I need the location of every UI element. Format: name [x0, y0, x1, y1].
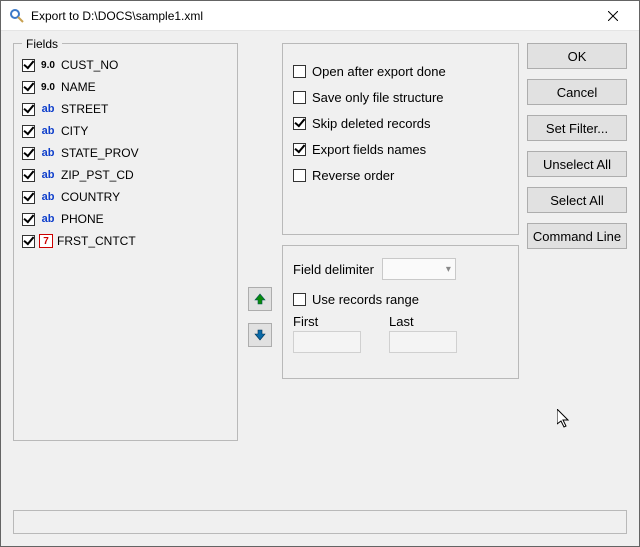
reorder-controls [246, 43, 274, 500]
field-row[interactable]: 9.0 NAME [22, 76, 229, 98]
fields-group-title: Fields [22, 37, 62, 51]
field-name: NAME [61, 80, 96, 94]
field-row[interactable]: ab COUNTRY [22, 186, 229, 208]
option-row: Skip deleted records [293, 110, 508, 136]
option-row: Open after export done [293, 58, 508, 84]
field-row[interactable]: 9.0 CUST_NO [22, 54, 229, 76]
first-input[interactable] [293, 331, 361, 353]
field-checkbox[interactable] [22, 191, 35, 204]
field-name: CITY [61, 124, 88, 138]
fields-list: 9.0 CUST_NO 9.0 NAME ab STREET ab CITY ab STATE_P… [14, 44, 237, 260]
field-name: ZIP_PST_CD [61, 168, 134, 182]
option-row: Export fields names [293, 136, 508, 162]
action-buttons: OK Cancel Set Filter... Unselect All Sel… [527, 43, 627, 500]
field-name: COUNTRY [61, 190, 120, 204]
text-type-icon: ab [39, 168, 57, 182]
app-icon [9, 8, 25, 24]
delimiter-groupbox: Field delimiter ▾ Use records range Firs… [282, 245, 519, 379]
move-down-button[interactable] [248, 323, 272, 347]
last-label: Last [389, 314, 457, 329]
options-groupbox: Open after export done Save only file str… [282, 43, 519, 235]
field-checkbox[interactable] [22, 81, 35, 94]
field-checkbox[interactable] [22, 59, 35, 72]
field-checkbox[interactable] [22, 213, 35, 226]
option-checkbox[interactable] [293, 117, 306, 130]
option-label: Export fields names [312, 142, 426, 157]
cancel-button[interactable]: Cancel [527, 79, 627, 105]
option-label: Skip deleted records [312, 116, 431, 131]
text-type-icon: ab [39, 190, 57, 204]
window-title: Export to D:\DOCS\sample1.xml [25, 9, 590, 23]
field-row[interactable]: ab ZIP_PST_CD [22, 164, 229, 186]
field-name: PHONE [61, 212, 104, 226]
text-type-icon: ab [39, 102, 57, 116]
ok-button[interactable]: OK [527, 43, 627, 69]
field-name: STATE_PROV [61, 146, 139, 160]
status-bar [13, 510, 627, 534]
unselect-all-button[interactable]: Unselect All [527, 151, 627, 177]
field-row[interactable]: ab CITY [22, 120, 229, 142]
text-type-icon: ab [39, 146, 57, 160]
field-checkbox[interactable] [22, 169, 35, 182]
option-checkbox[interactable] [293, 143, 306, 156]
field-name: CUST_NO [61, 58, 118, 72]
first-label: First [293, 314, 361, 329]
titlebar: Export to D:\DOCS\sample1.xml [1, 1, 639, 31]
field-row[interactable]: ab STREET [22, 98, 229, 120]
option-row: Save only file structure [293, 84, 508, 110]
move-up-button[interactable] [248, 287, 272, 311]
option-checkbox[interactable] [293, 169, 306, 182]
last-input[interactable] [389, 331, 457, 353]
option-label: Open after export done [312, 64, 446, 79]
number-type-icon: 9.0 [39, 58, 57, 72]
option-checkbox[interactable] [293, 65, 306, 78]
field-checkbox[interactable] [22, 147, 35, 160]
field-name: FRST_CNTCT [57, 234, 136, 248]
option-label: Reverse order [312, 168, 394, 183]
close-button[interactable] [590, 1, 635, 30]
use-records-range-label: Use records range [312, 292, 419, 307]
chevron-down-icon: ▾ [446, 264, 451, 275]
date-type-icon: 7 [39, 234, 53, 248]
field-checkbox[interactable] [22, 125, 35, 138]
use-records-range-checkbox[interactable] [293, 293, 306, 306]
option-checkbox[interactable] [293, 91, 306, 104]
field-delimiter-combo[interactable]: ▾ [382, 258, 456, 280]
export-dialog: Export to D:\DOCS\sample1.xml Fields 9.0… [0, 0, 640, 547]
text-type-icon: ab [39, 124, 57, 138]
field-row[interactable]: 7 FRST_CNTCT [22, 230, 229, 252]
set-filter-button[interactable]: Set Filter... [527, 115, 627, 141]
text-type-icon: ab [39, 212, 57, 226]
number-type-icon: 9.0 [39, 80, 57, 94]
command-line-button[interactable]: Command Line [527, 223, 627, 249]
fields-groupbox: Fields 9.0CUST_NO9.0NAMEabSTREETabCITYab… [13, 43, 238, 441]
field-row[interactable]: ab STATE_PROV [22, 142, 229, 164]
field-delimiter-label: Field delimiter [293, 262, 374, 277]
option-label: Save only file structure [312, 90, 444, 105]
field-checkbox[interactable] [22, 103, 35, 116]
field-row[interactable]: ab PHONE [22, 208, 229, 230]
field-checkbox[interactable] [22, 235, 35, 248]
select-all-button[interactable]: Select All [527, 187, 627, 213]
field-name: STREET [61, 102, 108, 116]
dialog-body: Fields 9.0CUST_NO9.0NAMEabSTREETabCITYab… [1, 31, 639, 546]
option-row: Reverse order [293, 162, 508, 188]
